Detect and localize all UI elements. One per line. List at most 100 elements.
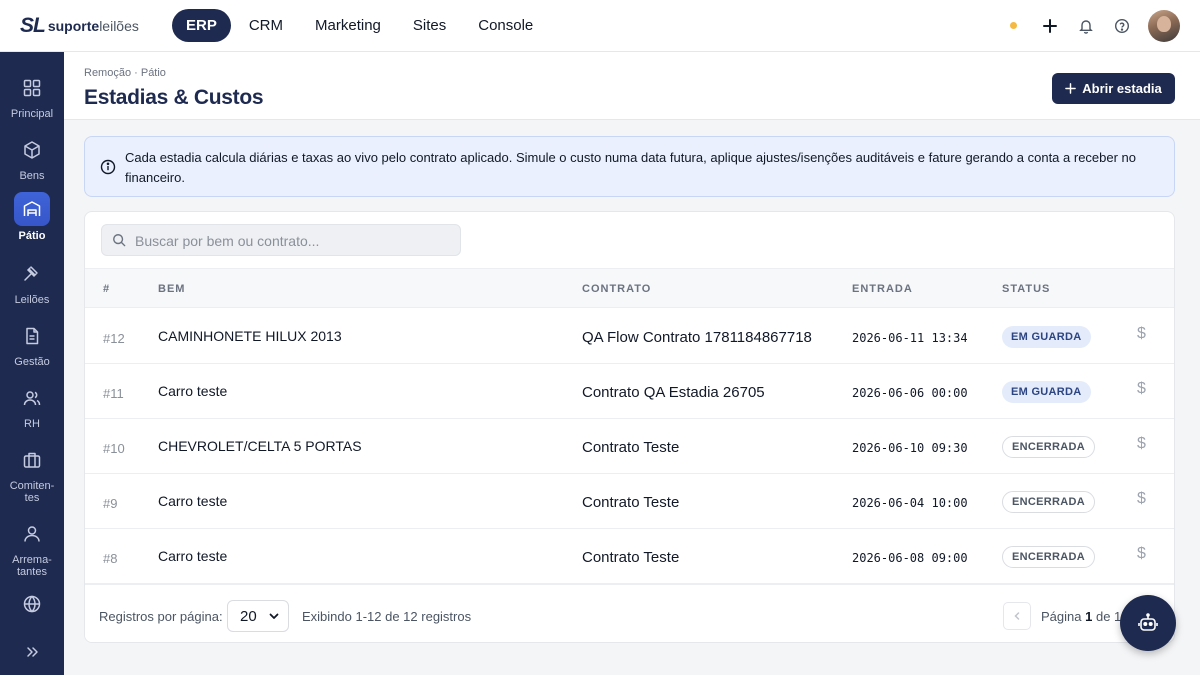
- sidebar-label-principal: Principal: [10, 108, 54, 120]
- page-header: Remoção · Pátio Estadias & Custos Abrir …: [64, 52, 1200, 120]
- open-stay-label: Abrir estadia: [1082, 81, 1162, 96]
- top-tab-erp[interactable]: ERP: [172, 9, 231, 42]
- top-nav: ERP CRM Marketing Sites Console: [172, 9, 549, 42]
- sidebar-item-rh[interactable]: RH: [0, 382, 64, 430]
- dollar-icon[interactable]: $: [1137, 435, 1146, 453]
- logo-mark: SL: [20, 14, 46, 37]
- status-dot: [1010, 22, 1017, 29]
- sidebar-item-bens[interactable]: Bens: [0, 134, 64, 182]
- rows-per-page-value: 20: [240, 607, 257, 625]
- row-id: #10: [103, 441, 125, 456]
- top-tab-sites[interactable]: Sites: [397, 9, 462, 42]
- table-row[interactable]: #8 Carro teste Contrato Teste 2026-06-08…: [85, 529, 1174, 584]
- col-header-bem: BEM: [158, 283, 186, 295]
- table-row[interactable]: #12 CAMINHONETE HILUX 2013 QA Flow Contr…: [85, 309, 1174, 364]
- help-icon[interactable]: [1111, 15, 1133, 37]
- rows-per-page-select[interactable]: 20: [227, 600, 289, 632]
- dollar-icon[interactable]: $: [1137, 545, 1146, 563]
- pagination-bar: Registros por página: 20 Exibindo 1-12 d…: [85, 584, 1174, 642]
- sidebar-label-arrematantes: Arrema- tantes: [12, 554, 52, 578]
- dollar-icon[interactable]: $: [1137, 380, 1146, 398]
- users-icon: [14, 382, 50, 414]
- brand-logo[interactable]: SL suporteleilões: [20, 14, 139, 38]
- top-tab-console[interactable]: Console: [462, 9, 549, 42]
- dollar-icon[interactable]: $: [1137, 325, 1146, 343]
- warehouse-icon: [14, 192, 50, 226]
- sidebar-label-patio: Pátio: [18, 230, 46, 242]
- row-bem: CHEVROLET/CELTA 5 PORTAS: [158, 438, 362, 454]
- dollar-icon[interactable]: $: [1137, 490, 1146, 508]
- table-row[interactable]: #10 CHEVROLET/CELTA 5 PORTAS Contrato Te…: [85, 419, 1174, 474]
- row-bem: CAMINHONETE HILUX 2013: [158, 328, 342, 344]
- stays-card: Buscar por bem ou contrato... # BEM CONT…: [84, 211, 1175, 643]
- plus-icon[interactable]: [1039, 15, 1061, 37]
- rows-per-page-label: Registros por página:: [99, 609, 223, 624]
- col-header-contrato: CONTRATO: [582, 283, 652, 295]
- row-bem: Carro teste: [158, 548, 228, 564]
- open-stay-button[interactable]: Abrir estadia: [1052, 73, 1175, 104]
- bell-icon[interactable]: [1075, 15, 1097, 37]
- chevron-down-icon: [269, 613, 279, 619]
- search-input[interactable]: Buscar por bem ou contrato...: [101, 224, 461, 256]
- assistant-button[interactable]: [1120, 595, 1176, 651]
- sidebar-item-gestao[interactable]: Gestão: [0, 320, 64, 368]
- row-contrato: Contrato Teste: [582, 494, 680, 511]
- info-icon: [100, 159, 116, 175]
- search-placeholder: Buscar por bem ou contrato...: [135, 233, 320, 249]
- info-banner-text: Cada estadia calcula diárias e taxas ao …: [125, 150, 1137, 185]
- globe-icon: [14, 588, 50, 620]
- chevron-left-icon: [1014, 612, 1020, 620]
- row-entrada: 2026-06-04 10:00: [852, 496, 968, 510]
- page-indicator: Página 1 de 1: [1041, 609, 1122, 624]
- status-badge: ENCERRADA: [1002, 491, 1095, 513]
- robot-icon: [1138, 613, 1158, 631]
- col-header-entrada: ENTRADA: [852, 283, 913, 295]
- row-entrada: 2026-06-11 13:34: [852, 331, 968, 345]
- table-row[interactable]: #9 Carro teste Contrato Teste 2026-06-04…: [85, 474, 1174, 529]
- row-contrato: Contrato Teste: [582, 439, 680, 456]
- row-contrato: QA Flow Contrato 1781184867718: [582, 329, 812, 346]
- row-contrato: Contrato Teste: [582, 549, 680, 566]
- row-id: #9: [103, 496, 118, 511]
- showing-records: Exibindo 1-12 de 12 registros: [302, 609, 472, 624]
- row-id: #8: [103, 551, 118, 566]
- row-contrato: Contrato QA Estadia 26705: [582, 384, 765, 401]
- table-header: # BEM CONTRATO ENTRADA STATUS: [85, 268, 1174, 308]
- sidebar-label-leiloes: Leilões: [14, 294, 50, 306]
- prev-page-button[interactable]: [1003, 602, 1031, 630]
- sidebar-item-leiloes[interactable]: Leilões: [0, 258, 64, 306]
- sidebar-label-bens: Bens: [19, 170, 45, 182]
- breadcrumb: Remoção · Pátio: [84, 67, 166, 79]
- briefcase-icon: [14, 444, 50, 476]
- sidebar-item-principal[interactable]: Principal: [0, 72, 64, 120]
- user-icon: [14, 518, 50, 550]
- top-tab-marketing[interactable]: Marketing: [299, 9, 397, 42]
- logo-text: suporteleilões: [47, 18, 139, 34]
- table-row[interactable]: #11 Carro teste Contrato QA Estadia 2670…: [85, 364, 1174, 419]
- sidebar-label-gestao: Gestão: [14, 356, 50, 368]
- info-banner: Cada estadia calcula diárias e taxas ao …: [84, 136, 1175, 197]
- col-header-status: STATUS: [1002, 283, 1051, 295]
- status-badge: EM GUARDA: [1002, 381, 1091, 403]
- sidebar: Principal Bens Pátio Leilões Gestão RH C…: [0, 52, 64, 675]
- sidebar-item-arrematantes[interactable]: Arrema- tantes: [0, 518, 64, 578]
- top-tab-crm[interactable]: CRM: [233, 9, 299, 42]
- top-bar: SL suporteleilões ERP CRM Marketing Site…: [0, 0, 1200, 52]
- status-badge: ENCERRADA: [1002, 546, 1095, 568]
- sidebar-item-patio[interactable]: Pátio: [0, 192, 64, 242]
- user-avatar[interactable]: [1148, 10, 1180, 42]
- sidebar-item-sites[interactable]: [0, 588, 64, 624]
- dashboard-icon: [14, 72, 50, 104]
- col-header-num: #: [103, 283, 111, 295]
- status-badge: ENCERRADA: [1002, 436, 1095, 458]
- chevrons-right-icon[interactable]: [22, 642, 42, 662]
- row-entrada: 2026-06-08 09:00: [852, 551, 968, 565]
- row-entrada: 2026-06-06 00:00: [852, 386, 968, 400]
- sidebar-item-comitentes[interactable]: Comiten- tes: [0, 444, 64, 504]
- box-icon: [14, 134, 50, 166]
- page-title: Estadias & Custos: [84, 86, 264, 109]
- plus-icon: [1065, 83, 1077, 94]
- sidebar-label-rh: RH: [24, 418, 40, 430]
- sidebar-label-comitentes: Comiten- tes: [9, 480, 55, 504]
- row-bem: Carro teste: [158, 383, 228, 399]
